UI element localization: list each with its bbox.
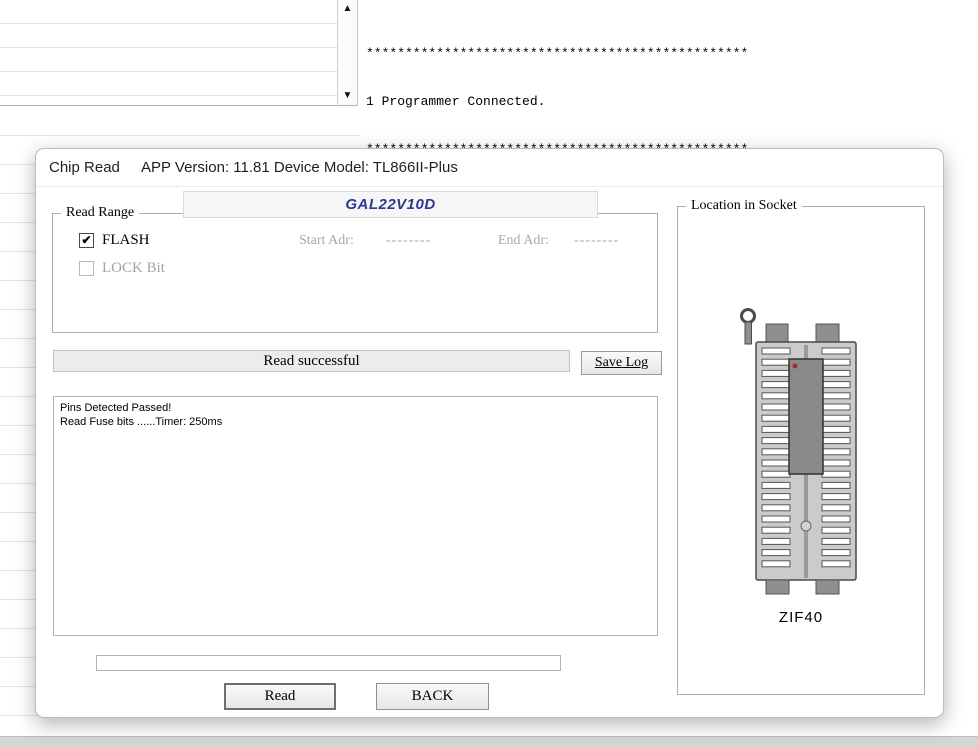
flash-checkbox[interactable]: ✔ [79, 233, 94, 248]
end-adr-value: -------- [574, 233, 619, 249]
location-in-socket-group: Location in Socket ZIF40 [677, 206, 925, 695]
pin1-marker-dot [793, 364, 798, 369]
lock-bit-checkbox[interactable] [79, 261, 94, 276]
start-adr-label: Start Adr: [299, 233, 354, 249]
flash-label: FLASH [102, 232, 150, 249]
chip-name-tab: GAL22V10D [183, 191, 598, 218]
progress-bar [96, 655, 561, 671]
socket-name-label: ZIF40 [678, 609, 924, 626]
dialog-subtitle: APP Version: 11.81 Device Model: TL866II… [141, 159, 458, 176]
zif-socket-icon [726, 302, 876, 602]
chip-read-dialog: Chip Read APP Version: 11.81 Device Mode… [35, 148, 944, 718]
location-in-socket-legend: Location in Socket [686, 198, 802, 214]
console-line: 1 Programmer Connected. [366, 94, 978, 110]
background-scrollbar[interactable]: ▲ ▼ [337, 0, 358, 106]
start-adr-value: -------- [386, 233, 431, 249]
log-line: Pins Detected Passed! [60, 401, 651, 415]
status-message-bar: Read successful [53, 350, 570, 372]
scroll-up-icon[interactable]: ▲ [338, 2, 357, 16]
dialog-title: Chip Read [49, 159, 120, 176]
background-status-bar [0, 736, 978, 748]
scroll-down-icon[interactable]: ▼ [338, 89, 357, 103]
back-button[interactable]: BACK [376, 683, 489, 710]
read-button[interactable]: Read [224, 683, 336, 710]
save-log-button[interactable]: Save Log [581, 351, 662, 375]
operation-log-box[interactable]: Pins Detected Passed! Read Fuse bits ...… [53, 396, 658, 636]
console-line: ****************************************… [366, 46, 978, 62]
desktop: { "background": { "console_lines": [ "**… [0, 0, 978, 748]
read-range-legend: Read Range [61, 205, 139, 221]
log-line: Read Fuse bits ......Timer: 250ms [60, 415, 651, 429]
end-adr-label: End Adr: [498, 233, 549, 249]
lock-bit-label: LOCK Bit [102, 260, 165, 277]
checkmark-icon: ✔ [81, 233, 91, 247]
background-list-panel [0, 0, 337, 106]
